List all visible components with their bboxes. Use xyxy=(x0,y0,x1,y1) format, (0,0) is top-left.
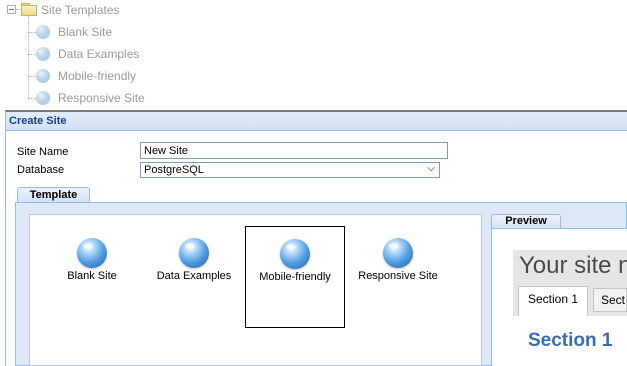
folder-open-icon xyxy=(21,3,37,16)
tab-preview[interactable]: Preview xyxy=(491,214,561,228)
dialog-title: Create Site xyxy=(9,115,67,127)
database-select-value: PostgreSQL xyxy=(144,164,204,176)
tab-template[interactable]: Template xyxy=(17,187,90,202)
preview-tab-section-1: Section 1 xyxy=(518,286,588,316)
database-select[interactable]: PostgreSQL ⌵ xyxy=(140,162,440,178)
site-name-label: Site Name xyxy=(17,146,69,158)
template-mobile-friendly[interactable]: Mobile-friendly xyxy=(245,226,345,328)
site-templates-tree: Site Templates Blank Site Data Examples … xyxy=(0,0,627,110)
globe-icon xyxy=(36,91,50,105)
template-responsive-site[interactable]: Responsive Site xyxy=(348,226,448,328)
tree-item-label: Mobile-friendly xyxy=(58,69,137,83)
tree-connector xyxy=(28,16,29,98)
template-label: Mobile-friendly xyxy=(259,271,331,283)
globe-icon xyxy=(280,239,310,269)
globe-icon xyxy=(36,69,50,83)
template-label: Data Examples xyxy=(156,270,232,282)
tree-item-label: Responsive Site xyxy=(58,91,145,105)
preview-tab-section-2: Sect xyxy=(593,288,627,312)
tree-item-label: Data Examples xyxy=(58,47,140,61)
template-label: Responsive Site xyxy=(358,270,438,282)
globe-icon xyxy=(36,25,50,39)
template-data-examples[interactable]: Data Examples xyxy=(144,226,244,328)
template-blank-site[interactable]: Blank Site xyxy=(42,226,142,328)
template-label: Blank Site xyxy=(67,270,117,282)
globe-icon xyxy=(36,47,50,61)
globe-icon xyxy=(179,238,209,268)
tree-root-label[interactable]: Site Templates xyxy=(41,3,120,17)
preview-site-title: Your site n xyxy=(519,252,627,279)
preview-section-heading: Section 1 xyxy=(528,330,613,351)
globe-icon xyxy=(77,238,107,268)
database-label: Database xyxy=(17,164,65,176)
globe-icon xyxy=(383,238,413,268)
collapse-toggle-icon[interactable] xyxy=(7,5,16,14)
tree-item-label: Blank Site xyxy=(58,25,113,39)
site-name-input[interactable] xyxy=(140,142,448,159)
dialog-titlebar: Create Site xyxy=(6,112,627,131)
chevron-down-icon: ⌵ xyxy=(427,163,435,174)
